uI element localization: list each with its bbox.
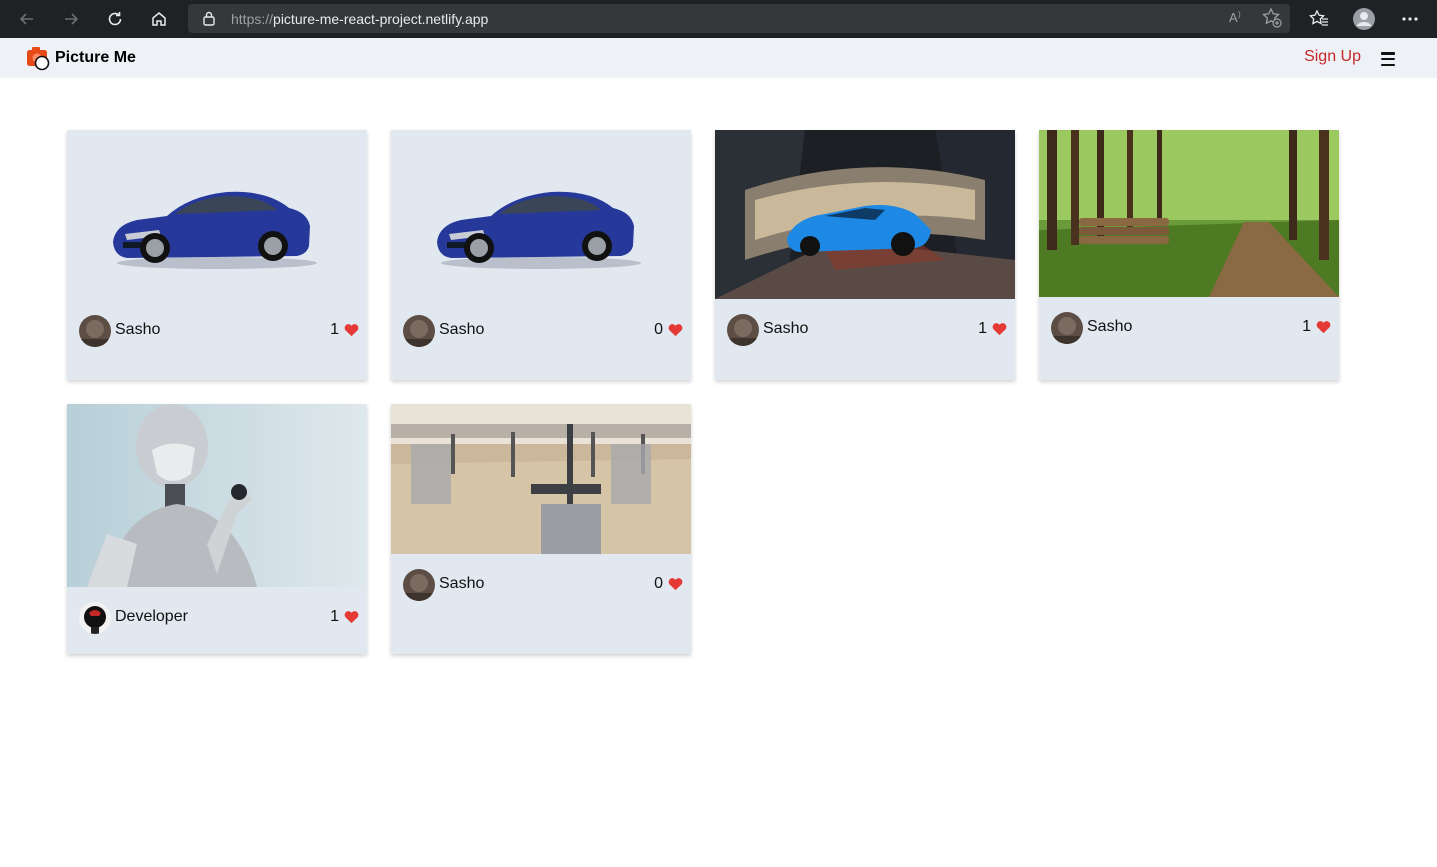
camera-logo-icon[interactable] — [26, 45, 52, 71]
heart-icon[interactable] — [992, 322, 1007, 336]
hamburger-menu-icon[interactable] — [1381, 52, 1395, 66]
lock-icon[interactable] — [202, 10, 216, 31]
author-name[interactable]: Sasho — [1087, 318, 1132, 336]
author-name[interactable]: Sasho — [439, 321, 484, 339]
heart-icon[interactable] — [668, 577, 683, 591]
like-counter[interactable]: 1 — [330, 321, 359, 339]
svg-text:): ) — [1238, 10, 1241, 19]
favorites-icon[interactable] — [1307, 7, 1331, 31]
browser-toolbar: https://picture-me-react-project.netlify… — [0, 0, 1437, 38]
like-counter[interactable]: 1 — [330, 608, 359, 626]
post-image-sedan[interactable] — [67, 130, 367, 300]
post-footer: Developer 1 — [67, 598, 367, 638]
heart-icon[interactable] — [668, 323, 683, 337]
post-image-robot[interactable] — [67, 404, 367, 587]
post-card[interactable]: Sasho 0 — [391, 404, 691, 654]
author-avatar[interactable] — [79, 315, 111, 347]
reload-icon[interactable] — [103, 7, 127, 31]
author-avatar[interactable] — [79, 602, 111, 634]
post-card[interactable]: Developer 1 — [67, 404, 367, 654]
author-avatar[interactable] — [403, 315, 435, 347]
post-footer: Sasho 1 — [67, 311, 367, 351]
like-count: 1 — [330, 321, 339, 338]
brand-title[interactable]: Picture Me — [55, 49, 136, 67]
author-name[interactable]: Developer — [115, 608, 188, 626]
home-icon[interactable] — [147, 7, 171, 31]
post-card[interactable]: Sasho 1 — [715, 130, 1015, 380]
url-text: https://picture-me-react-project.netlify… — [231, 11, 489, 27]
post-card[interactable]: Sasho 1 — [1039, 130, 1339, 380]
like-count: 1 — [1302, 318, 1311, 335]
post-card[interactable]: Sasho 0 — [391, 130, 691, 380]
svg-text:A: A — [1229, 10, 1238, 25]
post-footer: Sasho 0 — [391, 565, 691, 605]
like-count: 1 — [330, 608, 339, 625]
like-count: 0 — [654, 321, 663, 338]
like-count: 1 — [978, 320, 987, 337]
author-name[interactable]: Sasho — [763, 320, 808, 338]
sign-up-link[interactable]: Sign Up — [1304, 48, 1361, 66]
author-name[interactable]: Sasho — [439, 575, 484, 593]
post-image-gym[interactable] — [391, 404, 691, 554]
read-aloud-icon[interactable]: A) — [1227, 7, 1247, 32]
like-counter[interactable]: 0 — [654, 575, 683, 593]
like-count: 0 — [654, 575, 663, 592]
like-counter[interactable]: 1 — [1302, 318, 1331, 336]
post-footer: Sasho 0 — [391, 311, 691, 351]
heart-icon[interactable] — [1316, 320, 1331, 334]
heart-icon[interactable] — [344, 323, 359, 337]
forward-arrow-icon[interactable] — [59, 7, 83, 31]
post-footer: Sasho 1 — [715, 310, 1015, 350]
author-avatar[interactable] — [1051, 312, 1083, 344]
post-card[interactable]: Sasho 1 — [67, 130, 367, 380]
author-avatar[interactable] — [403, 569, 435, 601]
author-avatar[interactable] — [727, 314, 759, 346]
back-arrow-icon[interactable] — [15, 7, 39, 31]
post-image-forest[interactable] — [1039, 130, 1339, 297]
like-counter[interactable]: 0 — [654, 321, 683, 339]
app-header: Picture Me Sign Up — [0, 38, 1437, 78]
like-counter[interactable]: 1 — [978, 320, 1007, 338]
post-footer: Sasho 1 — [1039, 308, 1339, 348]
author-name[interactable]: Sasho — [115, 321, 160, 339]
profile-avatar-icon[interactable] — [1352, 7, 1376, 31]
heart-icon[interactable] — [344, 610, 359, 624]
address-bar[interactable]: https://picture-me-react-project.netlify… — [188, 4, 1290, 33]
post-image-sedan[interactable] — [391, 130, 691, 300]
post-image-sports-car[interactable] — [715, 130, 1015, 299]
add-favorite-icon[interactable] — [1261, 7, 1283, 34]
more-options-icon[interactable] — [1398, 7, 1422, 31]
